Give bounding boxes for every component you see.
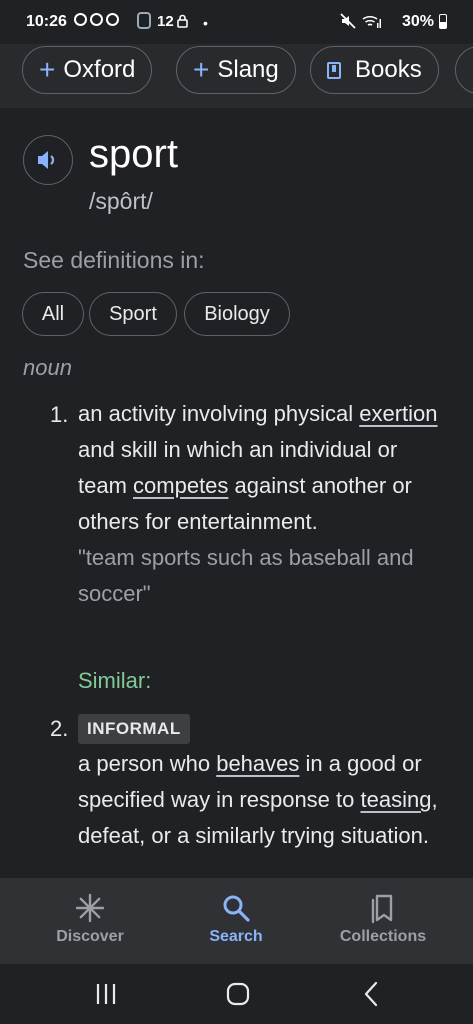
part-of-speech: noun [23,355,72,380]
nav-label: Search [209,928,263,945]
chip-books[interactable]: Books [310,46,439,94]
nav-label: Collections [339,928,427,945]
definition-2: a person who behaves in a good or specif… [78,751,438,848]
lock-icon [177,14,188,28]
more-notifications-dot: • [203,15,208,31]
book-icon [327,61,341,79]
filter-label: All [41,302,65,325]
link-competes[interactable]: competes [133,473,228,498]
notification-icons [74,13,119,26]
notification-count: 12 [157,13,174,30]
chip-label: Slang [217,56,279,83]
chip-oxford[interactable]: + Oxford [22,46,153,94]
link-behaves[interactable]: behaves [216,751,299,776]
recent-apps-icon[interactable] [91,979,121,1009]
filter-all[interactable]: All [22,292,84,336]
asterisk-icon [75,893,105,923]
definition-number: 2. [50,716,69,741]
chip-label: Books [355,56,422,83]
nav-discover[interactable]: Discover [20,878,160,964]
battery-percent: 30% [402,13,435,30]
similar-label: Similar: [78,668,152,693]
source-chips-row: + Oxford + Slang Books + [0,44,473,108]
back-icon[interactable] [357,979,387,1009]
wifi-signal-icon [362,15,381,28]
chip-slang[interactable]: + Slang [176,46,296,94]
plus-icon: + [39,54,56,85]
definition-number: 1. [50,402,69,427]
link-exertion[interactable]: exertion [359,401,437,426]
search-icon [223,895,250,922]
filter-biology[interactable]: Biology [184,292,290,336]
plus-icon: + [193,54,210,85]
status-bar: 10:26 12 • 30% [0,0,473,44]
chip-label: Oxford [63,56,136,83]
nav-label: Discover [56,928,124,945]
chip-more[interactable]: + [455,46,473,94]
headword: sport [89,132,178,176]
nav-collections[interactable]: Collections [313,878,453,964]
status-time: 10:26 [26,13,67,30]
bottom-navigation: Discover Search Collections [0,878,473,964]
definition-example: "team sports such as baseball and soccer… [78,545,414,606]
system-navigation-bar [0,964,473,1024]
filter-label: Biology [204,302,270,325]
see-definitions-label: See definitions in: [23,247,205,273]
filter-sport[interactable]: Sport [89,292,177,336]
nav-search[interactable]: Search [166,878,306,964]
informal-tag: INFORMAL [78,714,190,744]
mute-icon [340,13,356,29]
link-teasing[interactable]: teasing [361,787,432,812]
speaker-icon [38,151,55,169]
battery-icon [439,14,447,29]
app-notification-icon [137,12,151,29]
pronounce-button[interactable] [23,135,73,185]
filter-label: Sport [109,302,157,325]
home-icon[interactable] [223,979,253,1009]
definition-1: an activity involving physical exertion … [78,396,448,612]
pronunciation: /spôrt/ [89,188,153,214]
collections-icon [371,894,393,924]
